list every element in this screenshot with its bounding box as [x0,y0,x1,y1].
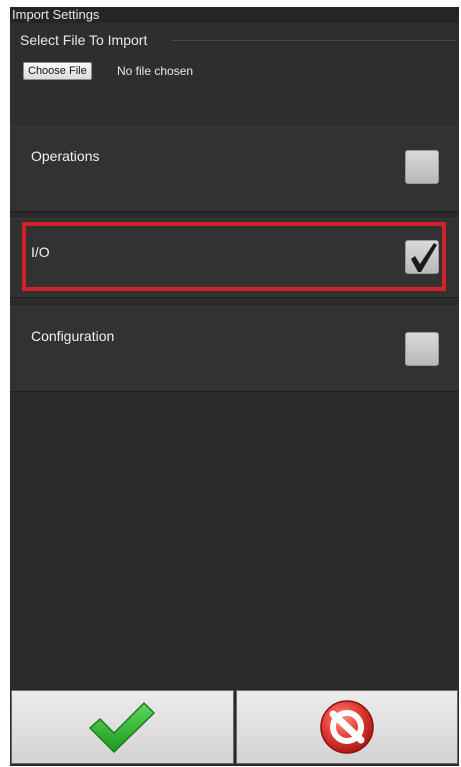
confirm-button[interactable] [11,690,234,764]
configuration-checkbox[interactable] [405,332,439,366]
file-status-text: No file chosen [117,64,194,78]
operations-checkbox[interactable] [405,150,439,184]
option-label-configuration: Configuration [31,328,115,344]
choose-file-button[interactable]: Choose File [23,62,92,80]
option-row-io[interactable]: I/O [10,218,459,298]
option-label-operations: Operations [31,148,100,164]
checkmark-icon [411,243,437,272]
file-select-legend: Select File To Import [20,32,148,48]
cancel-icon [320,700,374,754]
fieldset-border [172,40,456,41]
option-row-operations[interactable]: Operations [10,126,459,212]
cancel-button[interactable] [235,690,458,764]
file-select-section: Select File To Import Choose File No fil… [10,23,459,129]
dialog-footer [11,690,458,764]
option-label-io: I/O [31,244,50,260]
io-checkbox[interactable] [405,240,439,274]
dialog-title: Import Settings [10,7,459,23]
option-row-configuration[interactable]: Configuration [10,306,459,392]
import-settings-dialog: Import Settings Select File To Import Ch… [10,7,459,766]
checkmark-icon [89,701,156,754]
